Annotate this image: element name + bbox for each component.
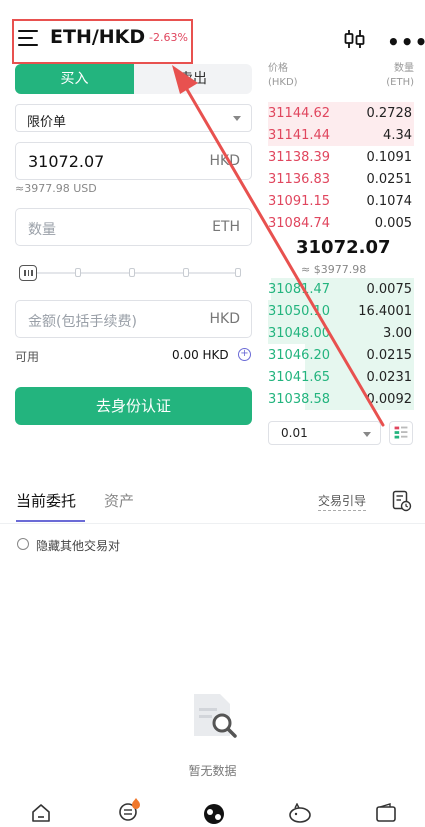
sell-tab[interactable]: 卖出	[134, 64, 252, 94]
buy-sell-toggle: 买入 卖出	[15, 64, 252, 94]
bid-row[interactable]: 31038.58 0.0092	[268, 388, 414, 410]
ask-price: 31141.44	[268, 128, 331, 143]
bid-quantity: 16.4001	[358, 304, 412, 319]
annotation-highlight-box	[12, 19, 193, 64]
ask-row[interactable]: 31136.83 0.0251	[268, 168, 414, 190]
orderbook-qty-header: 数量 (ETH)	[376, 62, 414, 90]
amount-unit: HKD	[209, 311, 241, 327]
order-type-label: 限价单	[27, 115, 67, 130]
bid-price: 31038.58	[268, 392, 331, 407]
more-dots-icon[interactable]: •••	[387, 30, 425, 54]
tab-open-orders[interactable]: 当前委托	[16, 490, 76, 511]
ask-quantity: 0.1091	[366, 150, 413, 165]
orders-tab-bar: 当前委托 资产 交易引导	[0, 478, 425, 524]
amount-percent-slider[interactable]	[19, 265, 241, 281]
earn-icon[interactable]	[287, 803, 313, 825]
bid-row[interactable]: 31081.47 0.0075	[268, 278, 414, 300]
ask-quantity: 0.005	[374, 216, 412, 231]
orderbook-qty-header-text: 数量 (ETH)	[386, 63, 414, 88]
bid-price: 31041.65	[268, 370, 331, 385]
ask-price: 31084.74	[268, 216, 331, 231]
ask-row[interactable]: 31138.39 0.1091	[268, 146, 414, 168]
ask-row[interactable]: 31091.15 0.1074	[268, 190, 414, 212]
bid-row[interactable]: 31048.00 3.00	[268, 322, 414, 344]
order-type-select[interactable]: 限价单	[15, 104, 252, 132]
bid-price: 31050.10	[268, 304, 331, 319]
price-input-value: 31072.07	[28, 152, 105, 171]
orderbook-price-header: 价格 (HKD)	[268, 62, 298, 90]
orderbook-last-price: 31072.07	[296, 237, 391, 258]
ask-quantity: 0.0251	[366, 172, 413, 187]
wallet-icon[interactable]	[375, 803, 397, 823]
price-input[interactable]: 31072.07 HKD	[15, 142, 252, 180]
buy-tab[interactable]: 买入	[15, 64, 134, 94]
bid-price: 31081.47	[268, 282, 331, 297]
bid-quantity: 0.0231	[366, 370, 413, 385]
slider-step-100[interactable]	[235, 268, 241, 277]
price-usd-estimate: ≈3977.98 USD	[15, 182, 97, 195]
ask-row[interactable]: 31141.44 4.34	[268, 124, 414, 146]
quantity-placeholder: 数量	[28, 222, 56, 238]
available-label: 可用	[15, 350, 40, 364]
ask-row[interactable]: 31144.62 0.2728	[268, 102, 414, 124]
orderbook-last-price-usd: ≈ $3977.98	[301, 263, 367, 276]
verify-identity-button[interactable]: 去身份认证	[15, 387, 252, 425]
ask-quantity: 0.2728	[366, 106, 413, 121]
ask-quantity: 4.34	[383, 128, 412, 143]
quantity-unit: ETH	[212, 219, 240, 235]
bid-price: 31048.00	[268, 326, 331, 341]
home-icon[interactable]	[30, 803, 52, 823]
price-input-unit: HKD	[209, 153, 241, 169]
bid-row[interactable]: 31041.65 0.0231	[268, 366, 414, 388]
market-icon[interactable]	[116, 797, 144, 823]
add-funds-icon[interactable]: +	[238, 348, 251, 361]
amount-input[interactable]: 金额(包括手续费) HKD	[15, 300, 252, 338]
ask-row[interactable]: 31084.74 0.005	[268, 212, 414, 234]
amount-placeholder: 金额(包括手续费)	[28, 314, 137, 330]
orderbook-price-header-text: 价格 (HKD)	[268, 63, 298, 88]
candlestick-chart-icon[interactable]	[344, 28, 366, 50]
order-history-icon[interactable]	[392, 490, 412, 512]
ask-price: 31091.15	[268, 194, 331, 209]
slider-step-75[interactable]	[183, 268, 189, 277]
active-tab-indicator	[16, 520, 85, 522]
bottom-navigation	[0, 797, 425, 827]
ask-price: 31138.39	[268, 150, 331, 165]
bid-row[interactable]: 31050.10 16.4001	[268, 300, 414, 322]
empty-document-search-icon	[194, 694, 237, 738]
tab-assets[interactable]: 资产	[104, 490, 134, 511]
chevron-down-icon	[363, 432, 371, 437]
available-balance: 0.00 HKD	[172, 348, 229, 362]
slider-step-50[interactable]	[129, 268, 135, 277]
top-bar: ETH/HKD -2.63% •••	[0, 0, 425, 70]
orderbook-layout-icon[interactable]	[389, 421, 413, 445]
ask-price: 31144.62	[268, 106, 331, 121]
bid-row[interactable]: 31046.20 0.0215	[268, 344, 414, 366]
quantity-input[interactable]: 数量 ETH	[15, 208, 252, 246]
bid-price: 31046.20	[268, 348, 331, 363]
hide-other-pairs-label: 隐藏其他交易对	[36, 539, 121, 553]
bid-quantity: 3.00	[383, 326, 412, 341]
trading-guide-link[interactable]: 交易引导	[318, 492, 367, 511]
bid-quantity: 0.0075	[366, 282, 413, 297]
slider-step-25[interactable]	[75, 268, 81, 277]
ask-quantity: 0.1074	[366, 194, 413, 209]
chevron-down-icon	[233, 116, 241, 121]
slider-handle[interactable]	[19, 265, 37, 281]
empty-state-text: 暂无数据	[188, 764, 237, 778]
depth-precision-value: 0.01	[281, 426, 308, 440]
trade-icon[interactable]	[202, 803, 226, 825]
hide-other-pairs-radio[interactable]	[17, 538, 29, 550]
bid-quantity: 0.0215	[366, 348, 413, 363]
depth-precision-select[interactable]: 0.01	[268, 421, 381, 445]
ask-price: 31136.83	[268, 172, 331, 187]
bid-quantity: 0.0092	[366, 392, 413, 407]
